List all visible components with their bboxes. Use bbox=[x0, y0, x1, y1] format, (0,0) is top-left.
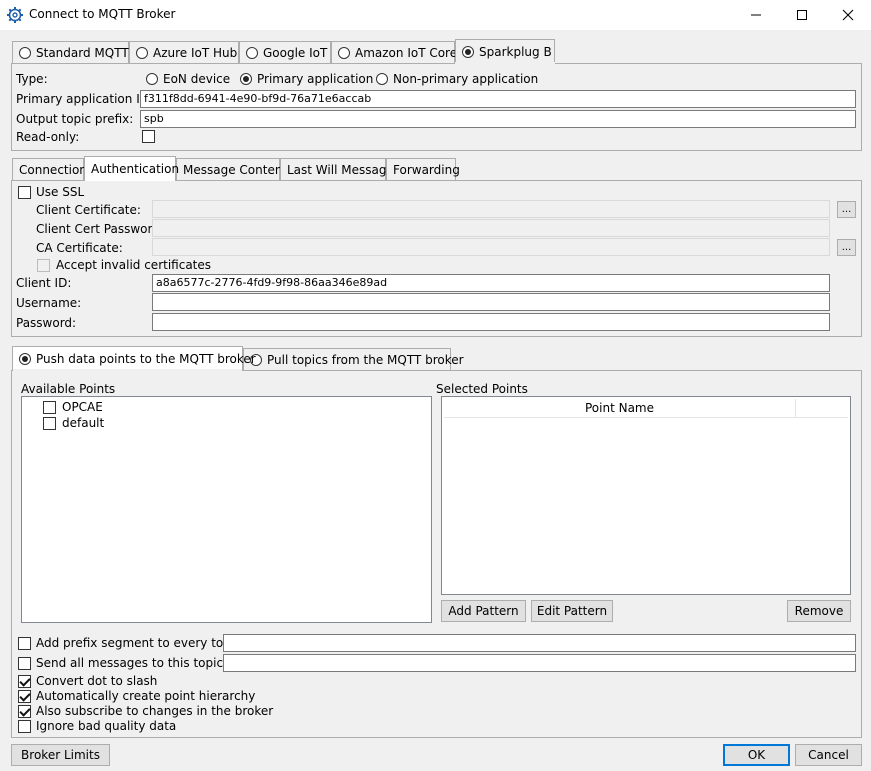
selected-points-label: Selected Points bbox=[436, 382, 528, 396]
tab-forwarding[interactable]: Forwarding bbox=[386, 158, 460, 181]
type-non-primary-application[interactable]: Non-primary application bbox=[376, 72, 538, 86]
window-title: Connect to MQTT Broker bbox=[29, 7, 176, 21]
tree-item-default[interactable]: default bbox=[43, 416, 104, 430]
radio-sparkplug-b[interactable] bbox=[462, 46, 474, 58]
accept-invalid-checkbox[interactable] bbox=[37, 258, 50, 272]
client-cert-password-input[interactable] bbox=[152, 219, 830, 237]
tab-authentication[interactable]: Authentication bbox=[84, 156, 179, 181]
radio-non-primary-application[interactable] bbox=[376, 73, 388, 85]
client-id-input[interactable]: a8a6577c-2776-4fd9-9f98-86aa346e89ad bbox=[152, 274, 830, 292]
send-all-input[interactable] bbox=[223, 654, 856, 672]
ok-button[interactable]: OK bbox=[723, 744, 790, 766]
client-cert-input[interactable] bbox=[152, 200, 830, 218]
client-id-label: Client ID: bbox=[16, 276, 72, 290]
primary-app-id-label: Primary application ID: bbox=[16, 92, 154, 106]
radio-push-data-points[interactable] bbox=[19, 353, 31, 365]
accept-invalid-certs[interactable]: Accept invalid certificates bbox=[37, 258, 211, 272]
close-button[interactable] bbox=[825, 0, 871, 30]
also-subscribe-option[interactable]: Also subscribe to changes in the broker bbox=[18, 704, 273, 718]
available-points-label: Available Points bbox=[21, 382, 116, 396]
add-prefix-input[interactable] bbox=[223, 634, 856, 652]
convert-dot-option[interactable]: Convert dot to slash bbox=[18, 674, 157, 688]
column-header-point-name[interactable]: Point Name bbox=[444, 399, 796, 418]
minimize-button[interactable] bbox=[733, 0, 779, 30]
client-cert-password-label: Client Cert Password: bbox=[36, 222, 164, 236]
username-label: Username: bbox=[16, 296, 82, 310]
tab-push-data-points[interactable]: Push data points to the MQTT broker bbox=[12, 346, 256, 371]
tree-item-opcae[interactable]: OPCAE bbox=[43, 400, 103, 414]
maximize-button[interactable] bbox=[779, 0, 825, 30]
minimize-icon bbox=[751, 14, 761, 16]
available-points-tree[interactable]: OPCAE default bbox=[21, 396, 432, 623]
close-icon bbox=[842, 9, 854, 21]
password-label: Password: bbox=[16, 316, 77, 330]
also-subscribe-checkbox[interactable] bbox=[18, 704, 31, 718]
edit-pattern-button[interactable]: Edit Pattern bbox=[531, 600, 613, 622]
radio-eon-device[interactable] bbox=[146, 73, 158, 85]
tree-item-checkbox[interactable] bbox=[43, 416, 56, 430]
readonly-checkbox[interactable] bbox=[142, 130, 155, 143]
tab-pull-topics[interactable]: Pull topics from the MQTT broker bbox=[243, 348, 464, 371]
radio-amazon-iot-core[interactable] bbox=[338, 47, 350, 59]
output-prefix-label: Output topic prefix: bbox=[16, 112, 134, 126]
convert-dot-checkbox[interactable] bbox=[18, 674, 31, 688]
auto-hierarchy-checkbox[interactable] bbox=[18, 689, 31, 703]
cancel-button[interactable]: Cancel bbox=[795, 744, 862, 766]
maximize-icon bbox=[797, 10, 807, 20]
add-pattern-button[interactable]: Add Pattern bbox=[441, 600, 526, 622]
type-label: Type: bbox=[16, 72, 48, 86]
add-prefix-option[interactable]: Add prefix segment to every topic: bbox=[18, 636, 245, 650]
tab-joiner bbox=[455, 62, 555, 65]
ignore-bad-option[interactable]: Ignore bad quality data bbox=[18, 719, 176, 733]
tab-standard-mqtt[interactable]: Standard MQTT bbox=[12, 41, 129, 64]
use-ssl-checkbox[interactable] bbox=[18, 185, 31, 199]
readonly-label: Read-only: bbox=[16, 130, 80, 144]
use-ssl[interactable]: Use SSL bbox=[18, 185, 84, 199]
selected-points-list[interactable]: Point Name bbox=[441, 396, 851, 595]
column-header-empty bbox=[796, 399, 848, 418]
type-eon-device[interactable]: EoN device bbox=[146, 72, 230, 86]
ca-cert-browse-button[interactable]: ... bbox=[837, 239, 856, 256]
client-cert-label: Client Certificate: bbox=[36, 203, 141, 217]
tab-google-iot[interactable]: Google IoT bbox=[239, 41, 331, 64]
tab-joiner bbox=[13, 369, 242, 372]
radio-azure-iot-hub[interactable] bbox=[136, 47, 148, 59]
radio-google-iot[interactable] bbox=[246, 47, 258, 59]
remove-button[interactable]: Remove bbox=[787, 600, 851, 622]
output-prefix-input[interactable]: spb bbox=[140, 110, 856, 128]
username-input[interactable] bbox=[152, 293, 830, 311]
tab-amazon-iot-core[interactable]: Amazon IoT Core bbox=[331, 41, 457, 64]
password-input[interactable] bbox=[152, 313, 830, 331]
tab-sparkplug-b[interactable]: Sparkplug B bbox=[455, 39, 555, 64]
client-cert-browse-button[interactable]: ... bbox=[837, 201, 856, 218]
broker-limits-button[interactable]: Broker Limits bbox=[11, 744, 110, 766]
add-prefix-checkbox[interactable] bbox=[18, 636, 31, 650]
tab-azure-iot-hub[interactable]: Azure IoT Hub bbox=[129, 41, 239, 64]
tab-message-content[interactable]: Message Content bbox=[176, 158, 287, 181]
auto-hierarchy-option[interactable]: Automatically create point hierarchy bbox=[18, 689, 255, 703]
ca-cert-input[interactable] bbox=[152, 238, 830, 256]
ca-cert-label: CA Certificate: bbox=[36, 241, 123, 255]
primary-app-id-input[interactable]: f311f8dd-6941-4e90-bf9d-76a71e6accab bbox=[140, 90, 856, 108]
tree-item-checkbox[interactable] bbox=[43, 400, 56, 414]
radio-standard-mqtt[interactable] bbox=[19, 47, 31, 59]
gear-icon bbox=[7, 7, 23, 23]
send-all-checkbox[interactable] bbox=[18, 656, 31, 670]
ignore-bad-checkbox[interactable] bbox=[18, 719, 31, 733]
tab-connection[interactable]: Connection bbox=[12, 158, 87, 181]
send-all-option[interactable]: Send all messages to this topic: bbox=[18, 656, 227, 670]
radio-primary-application[interactable] bbox=[240, 73, 252, 85]
tab-last-will-message[interactable]: Last Will Message bbox=[280, 158, 394, 181]
type-primary-application[interactable]: Primary application bbox=[240, 72, 373, 86]
